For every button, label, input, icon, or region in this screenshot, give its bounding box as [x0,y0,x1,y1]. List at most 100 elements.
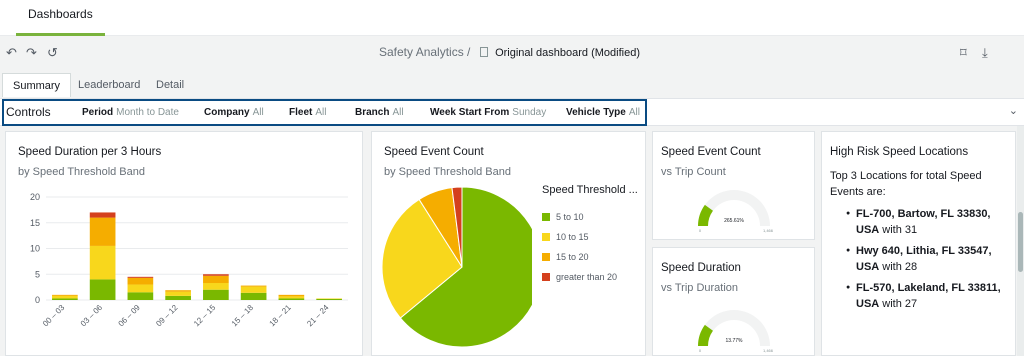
bar-segment [127,292,154,300]
list-item: Hwy 640, Lithia, FL 33547, USA with 28 [846,243,1016,275]
card-title: Speed Duration [661,262,741,274]
bookmark-save-icon[interactable]: ⌑ [960,45,967,61]
card-high-risk-locations[interactable]: High Risk Speed Locations Top 3 Location… [821,131,1016,356]
gauge-max-label: 1,466 [763,228,774,233]
undo-icon[interactable]: ↶ [6,45,17,61]
bar-segment [127,276,154,278]
card-subtitle: vs Trip Count [661,166,726,178]
gauge-min-label: 0 [699,228,702,233]
high-risk-list: FL-700, Bartow, FL 33830, USA with 31 Hw… [846,206,1016,317]
tab-dashboards[interactable]: Dashboards [16,0,105,36]
bookmark-icon[interactable] [479,47,488,57]
legend-item-15-20[interactable]: 15 to 20 [542,252,589,262]
bar-segment [240,285,267,287]
breadcrumb[interactable]: Safety Analytics / [379,45,470,59]
dashboard-title: Safety Analytics / Original dashboard (M… [379,45,640,59]
bar-segment [203,275,229,284]
sheet-tabs: Summary Leaderboard Detail [0,73,1024,97]
card-title: Speed Event Count [384,146,484,158]
gauge-value: 13.77% [726,338,744,344]
bar-segment [165,295,191,300]
card-duration-vs-trip[interactable]: Speed Duration vs Trip Duration 13.77% 0 1… [652,247,815,356]
controls-bar: Controls Period Month to Date Company All … [0,98,1024,126]
legend-item-5-10[interactable]: 5 to 10 [542,212,584,222]
bar-segment [89,217,116,246]
page-scrollbar[interactable] [1017,126,1024,356]
bar-segment [89,212,116,218]
controls-label: Controls [6,105,51,119]
y-tick-label: 0 [35,295,40,305]
y-tick-label: 15 [30,218,40,228]
redo-icon[interactable]: ↷ [26,45,37,61]
bar-segment [316,298,342,300]
card-subtitle: vs Trip Duration [661,282,739,294]
bar-segment [165,290,191,292]
x-tick-label: 09 – 12 [154,303,180,329]
bar-segment [316,298,342,299]
reset-icon[interactable]: ↺ [47,45,58,61]
card-event-vs-trip[interactable]: Speed Event Count vs Trip Count 265.61% 0… [652,131,815,240]
x-tick-label: 18 – 21 [268,303,294,329]
bar-segment [89,245,116,280]
bar-segment [203,289,229,300]
download-icon[interactable]: ⤓ [982,45,988,61]
y-tick-label: 20 [30,192,40,202]
bar-segment [278,294,305,297]
x-tick-label: 06 – 09 [117,303,143,329]
x-tick-label: 00 – 03 [41,303,67,329]
bar-segment [52,298,78,300]
list-item: FL-570, Lakeland, FL 33811, USA with 27 [846,280,1016,312]
control-week-start[interactable]: Week Start From Sunday [430,107,546,118]
gauge-chart: 265.61% 0 1,466 [698,190,774,233]
control-vehicle-type[interactable]: Vehicle Type All [566,107,640,118]
x-tick-label: 12 – 15 [192,303,218,329]
bar-segment [127,277,154,285]
top-navigation-bar: Dashboards [0,0,1024,36]
control-branch[interactable]: Branch All [355,107,404,118]
card-title: Speed Event Count [661,146,761,158]
gauge-min-label: 0 [699,348,702,353]
bar-segment [203,283,229,290]
card-subtitle: by Speed Threshold Band [384,166,511,178]
list-item: FL-700, Bartow, FL 33830, USA with 31 [846,206,1016,238]
tab-summary[interactable]: Summary [2,73,72,97]
chevron-down-icon[interactable]: ⌄ [1009,104,1018,117]
bar-segment [240,286,267,293]
bar-segment [127,284,154,293]
scrollbar-thumb[interactable] [1018,212,1023,272]
legend-item-gt-20[interactable]: greater than 20 [542,272,617,282]
x-tick-label: 03 – 06 [79,303,105,329]
bar-segment [52,294,78,296]
bar-segment [52,295,78,299]
y-tick-label: 5 [35,269,40,279]
card-title: Speed Duration per 3 Hours [18,146,162,158]
x-tick-label: 21 – 24 [305,303,331,329]
dashboard-name: Original dashboard (Modified) [495,47,640,59]
bar-segment [89,279,116,300]
control-period[interactable]: Period Month to Date [82,107,179,118]
card-speed-duration-chart[interactable]: Speed Duration per 3 Hours by Speed Thre… [5,131,363,356]
tab-detail[interactable]: Detail [146,73,194,97]
stacked-bar-chart: 0 5 10 15 20 00 – 03 03 – 06 06 – 09 09 – 12 12 –… [30,192,348,329]
bar-segment [278,296,305,299]
x-tick-label: 15 – 18 [230,303,256,329]
card-subtitle: by Speed Threshold Band [18,166,145,178]
control-fleet[interactable]: Fleet All [289,107,326,118]
pie-chart [381,186,532,348]
bar-segment [165,291,191,296]
bar-segment [240,292,267,300]
dashboard-toolbar: ↶ ↷ ↺ Safety Analytics / Original dashbo… [0,36,1024,70]
card-speed-event-count[interactable]: Speed Event Count by Speed Threshold Ban… [371,131,646,356]
card-title: High Risk Speed Locations [830,146,969,158]
bar-segment [203,274,229,276]
gauge-chart: 13.77% 0 1,466 [698,310,774,353]
y-tick-label: 10 [30,244,40,254]
high-risk-intro: Top 3 Locations for total Speed Events a… [830,170,982,198]
bar-segment [278,298,305,300]
legend-item-10-15[interactable]: 10 to 15 [542,232,589,242]
gauge-value: 265.61% [724,218,744,224]
gauge-max-label: 1,466 [763,348,774,353]
tab-leaderboard[interactable]: Leaderboard [68,73,150,97]
legend-title: Speed Threshold ... [542,184,638,196]
control-company[interactable]: Company All [204,107,264,118]
